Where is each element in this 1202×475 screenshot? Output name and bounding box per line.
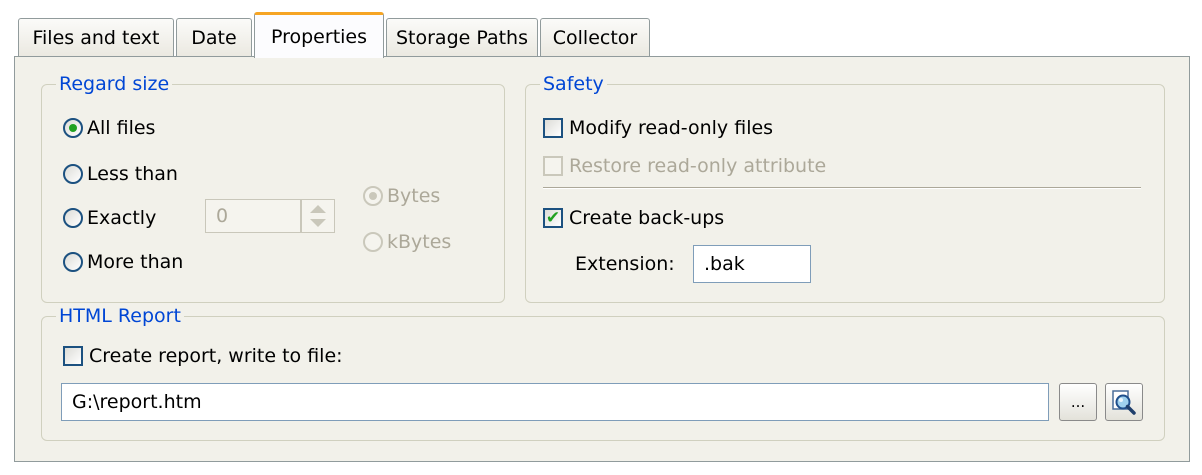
restore-readonly-label: Restore read-only attribute bbox=[569, 155, 827, 177]
checkbox-box[interactable] bbox=[543, 156, 563, 176]
safety-divider bbox=[543, 187, 1141, 189]
radio-more-than[interactable]: More than bbox=[63, 251, 183, 273]
radio-indicator[interactable] bbox=[363, 232, 383, 252]
tab-date[interactable]: Date bbox=[176, 18, 252, 56]
radio-indicator[interactable] bbox=[363, 186, 383, 206]
size-value-input[interactable] bbox=[205, 199, 301, 233]
radio-exactly[interactable]: Exactly bbox=[63, 207, 156, 229]
extension-input[interactable] bbox=[693, 245, 811, 283]
regard-size-title: Regard size bbox=[59, 73, 170, 95]
preview-report-button[interactable] bbox=[1105, 383, 1143, 421]
size-spinner[interactable] bbox=[301, 199, 335, 233]
create-backups-label: Create back-ups bbox=[569, 207, 725, 229]
radio-indicator[interactable] bbox=[63, 252, 83, 272]
radio-bytes-label: Bytes bbox=[387, 185, 441, 207]
radio-bytes[interactable]: Bytes bbox=[363, 185, 440, 207]
checkbox-box[interactable] bbox=[543, 118, 563, 138]
radio-indicator[interactable] bbox=[63, 164, 83, 184]
create-report-checkbox[interactable]: Create report, write to file: bbox=[63, 345, 343, 367]
radio-indicator[interactable] bbox=[63, 118, 83, 138]
browse-button[interactable]: ... bbox=[1059, 383, 1097, 421]
checkmark-icon: ✔ bbox=[545, 207, 561, 228]
radio-all-files-label: All files bbox=[87, 117, 156, 139]
create-backups-checkbox[interactable]: ✔ Create back-ups bbox=[543, 207, 724, 229]
tab-files-and-text[interactable]: Files and text bbox=[18, 18, 174, 56]
radio-indicator[interactable] bbox=[63, 208, 83, 228]
radio-kbytes-label: kBytes bbox=[387, 231, 452, 253]
properties-panel: Regard size All files Less than Exactly … bbox=[14, 56, 1190, 462]
radio-less-than[interactable]: Less than bbox=[63, 163, 178, 185]
spinner-up-icon[interactable] bbox=[310, 205, 326, 213]
tab-properties[interactable]: Properties bbox=[254, 12, 384, 58]
radio-less-than-label: Less than bbox=[87, 163, 178, 185]
radio-all-files[interactable]: All files bbox=[63, 117, 155, 139]
safety-title: Safety bbox=[543, 73, 604, 95]
radio-exactly-label: Exactly bbox=[87, 207, 157, 229]
create-report-label: Create report, write to file: bbox=[89, 345, 343, 367]
checkbox-box[interactable]: ✔ bbox=[543, 208, 563, 228]
tab-collector[interactable]: Collector bbox=[540, 18, 650, 56]
tab-storage-paths[interactable]: Storage Paths bbox=[386, 18, 538, 56]
magnifier-icon bbox=[1112, 390, 1136, 415]
radio-kbytes[interactable]: kBytes bbox=[363, 231, 451, 253]
spinner-down-icon[interactable] bbox=[310, 219, 326, 227]
restore-readonly-checkbox[interactable]: Restore read-only attribute bbox=[543, 155, 826, 177]
modify-readonly-checkbox[interactable]: Modify read-only files bbox=[543, 117, 773, 139]
radio-more-than-label: More than bbox=[87, 251, 184, 273]
checkbox-box[interactable] bbox=[63, 346, 83, 366]
report-file-path-input[interactable] bbox=[61, 383, 1049, 421]
modify-readonly-label: Modify read-only files bbox=[569, 117, 774, 139]
html-report-title: HTML Report bbox=[59, 305, 181, 327]
extension-label: Extension: bbox=[575, 253, 675, 275]
